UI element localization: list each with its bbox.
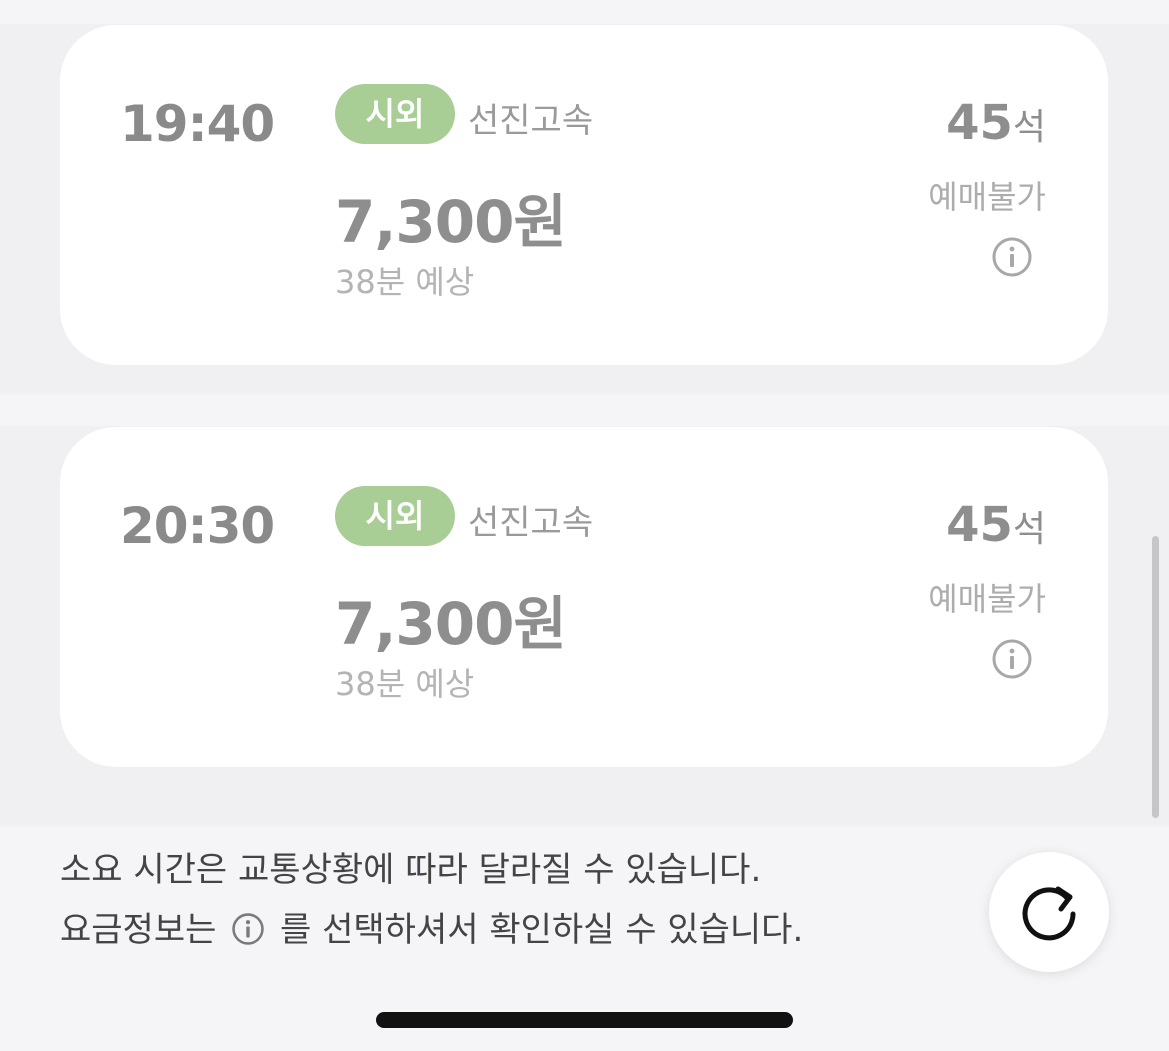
scrollbar[interactable] <box>1152 536 1159 818</box>
info-icon[interactable] <box>992 639 1032 679</box>
schedule-card[interactable]: 20:30 시외 선진고속 7,300원 38분 예상 45석 예매불가 <box>60 427 1108 767</box>
seat-count-number: 45 <box>946 95 1013 151</box>
bus-type-badge: 시외 <box>335 84 455 144</box>
notice-text: 소요 시간은 교통상황에 따라 달라질 수 있습니다. 요금정보는 를 선택하셔… <box>60 840 803 960</box>
bus-company: 선진고속 <box>468 101 594 141</box>
fare-price: 7,300원 <box>335 590 567 658</box>
schedule-card[interactable]: 19:40 시외 선진고속 7,300원 38분 예상 45석 예매불가 <box>60 25 1108 365</box>
refresh-icon <box>1022 886 1076 941</box>
info-icon <box>232 913 264 945</box>
notice-fare-prefix: 요금정보는 <box>60 910 217 950</box>
refresh-button[interactable] <box>989 852 1109 972</box>
departure-time: 19:40 <box>120 95 275 153</box>
seat-count: 45석 <box>946 497 1046 553</box>
info-icon[interactable] <box>992 237 1032 277</box>
seat-count-number: 45 <box>946 497 1013 553</box>
notice-line-fare: 요금정보는 를 선택하셔서 확인하실 수 있습니다. <box>60 900 803 960</box>
travel-duration: 38분 예상 <box>335 665 475 703</box>
home-indicator[interactable] <box>376 1012 793 1028</box>
seat-count: 45석 <box>946 95 1046 151</box>
fare-price: 7,300원 <box>335 188 567 256</box>
notice-line-duration: 소요 시간은 교통상황에 따라 달라질 수 있습니다. <box>60 850 762 890</box>
bus-company: 선진고속 <box>468 503 594 543</box>
booking-status: 예매불가 <box>928 580 1046 618</box>
booking-status: 예매불가 <box>928 178 1046 216</box>
seat-count-unit: 석 <box>1012 107 1046 148</box>
bus-type-badge: 시외 <box>335 486 455 546</box>
departure-time: 20:30 <box>120 497 275 555</box>
seat-count-unit: 석 <box>1012 509 1046 550</box>
travel-duration: 38분 예상 <box>335 263 475 301</box>
notice-fare-suffix: 를 선택하셔서 확인하실 수 있습니다. <box>280 910 804 950</box>
